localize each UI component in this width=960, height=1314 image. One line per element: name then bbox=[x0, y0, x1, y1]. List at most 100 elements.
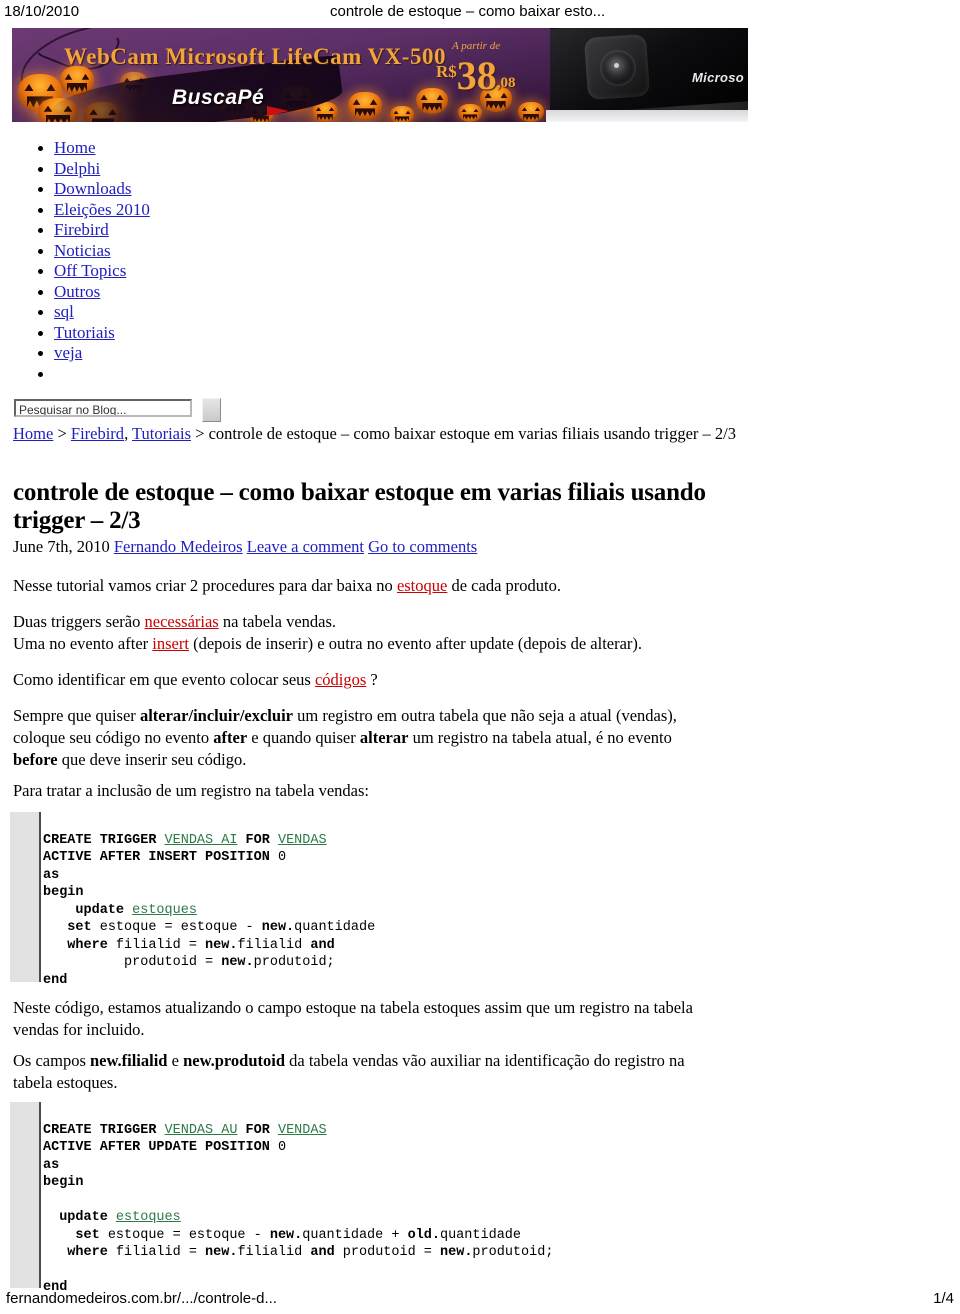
sidebar-link[interactable]: Eleições 2010 bbox=[54, 200, 150, 219]
sidebar-link[interactable]: Firebird bbox=[54, 220, 109, 239]
sidebar-link[interactable]: Downloads bbox=[54, 179, 131, 198]
go-to-comments-link[interactable]: Go to comments bbox=[368, 537, 477, 556]
pumpkin-icon bbox=[390, 106, 414, 122]
sidebar-link[interactable]: Delphi bbox=[54, 159, 100, 178]
search-input[interactable]: Pesquisar no Blog... bbox=[14, 399, 192, 417]
sidebar-link[interactable]: Home bbox=[54, 138, 96, 157]
sidebar-item-sql[interactable]: sql bbox=[36, 302, 150, 323]
breadcrumb-link-home[interactable]: Home bbox=[13, 424, 53, 443]
print-preview-page: 18/10/2010 controle de estoque – como ba… bbox=[0, 0, 960, 1314]
page-title: controle de estoque – como baixar estoqu… bbox=[13, 478, 706, 534]
banner-base-shelf bbox=[546, 110, 748, 122]
banner-price-integer: 38 bbox=[456, 53, 497, 98]
code-block-update-trigger: CREATE TRIGGER VENDAS_AU FOR VENDAS ACTI… bbox=[10, 1102, 650, 1295]
pumpkin-icon bbox=[458, 104, 482, 122]
sidebar-link[interactable]: Noticias bbox=[54, 241, 111, 260]
paragraph-7: Neste código, estamos atualizando o camp… bbox=[13, 998, 693, 1039]
banner-price-cents: ,08 bbox=[496, 75, 516, 91]
p5-bold-4: before bbox=[13, 749, 58, 769]
code-gutter bbox=[10, 812, 41, 982]
p2-text-b: na tabela vendas. bbox=[218, 612, 337, 631]
breadcrumb-link-tutoriais[interactable]: Tutoriais bbox=[132, 424, 191, 443]
paragraph-1: Nesse tutorial vamos criar 2 procedures … bbox=[13, 575, 703, 597]
paragraph-5: Sempre que quiser alterar/incluir/exclui… bbox=[13, 705, 693, 770]
sidebar-item-downloads[interactable]: Downloads bbox=[36, 179, 150, 200]
sidebar-item-veja[interactable]: veja bbox=[36, 343, 150, 364]
sidebar-link[interactable]: veja bbox=[54, 343, 82, 362]
advertisement-banner[interactable]: WebCam Microsoft LifeCam VX-500 A partir… bbox=[12, 28, 748, 122]
sidebar-item-home[interactable]: Home bbox=[36, 138, 150, 159]
inline-link-estoque[interactable]: estoque bbox=[397, 576, 447, 595]
paragraph-8: Os campos new.filialid e new.produtoid d… bbox=[13, 1050, 703, 1094]
breadcrumb: Home > Firebird, Tutoriais > controle de… bbox=[13, 424, 736, 444]
paragraph-3: Uma no evento after insert (depois de in… bbox=[13, 633, 703, 655]
p5-bold-2: after bbox=[213, 727, 248, 747]
p8-text-a: Os campos bbox=[13, 1051, 90, 1070]
footer-url: fernandomedeiros.com.br/.../controle-d..… bbox=[6, 1290, 277, 1307]
p1-text-a: Nesse tutorial vamos criar 2 procedures … bbox=[13, 576, 397, 595]
print-header: 18/10/2010 controle de estoque – como ba… bbox=[0, 0, 960, 26]
sidebar-item-outros[interactable]: Outros bbox=[36, 282, 150, 303]
p1-text-b: de cada produto. bbox=[447, 576, 561, 595]
pumpkin-icon bbox=[348, 92, 382, 120]
inline-link-necessarias[interactable]: necessárias bbox=[145, 612, 219, 631]
p4-text-b: ? bbox=[366, 670, 378, 689]
banner-product-photo: Microso bbox=[550, 28, 748, 122]
p5-bold-1: alterar/incluir/excluir bbox=[139, 706, 293, 725]
inline-link-insert[interactable]: insert bbox=[152, 634, 189, 653]
banner-price-currency: R$ bbox=[436, 62, 457, 81]
banner-price-prefix: A partir de bbox=[452, 40, 501, 52]
leave-comment-link[interactable]: Leave a comment bbox=[247, 537, 364, 556]
footer-page-number: 1/4 bbox=[933, 1290, 954, 1307]
sidebar-item-off-topics[interactable]: Off Topics bbox=[36, 261, 150, 282]
p5-bold-3: alterar bbox=[359, 727, 409, 747]
search-submit-button[interactable] bbox=[202, 398, 221, 422]
post-date: June 7th, 2010 bbox=[13, 537, 110, 556]
p5-text-c: e quando quiser bbox=[247, 727, 360, 747]
paragraph-2: Duas triggers serão necessárias na tabel… bbox=[13, 611, 703, 633]
breadcrumb-current: controle de estoque – como baixar estoqu… bbox=[208, 424, 736, 443]
sidebar-item-eleicoes-2010[interactable]: Eleições 2010 bbox=[36, 200, 150, 221]
sidebar-item-delphi[interactable]: Delphi bbox=[36, 159, 150, 180]
sidebar-item-empty bbox=[36, 364, 150, 385]
paragraph-6: Para tratar a inclusão de um registro na… bbox=[13, 781, 369, 800]
breadcrumb-comma: , bbox=[124, 424, 133, 443]
code-gutter bbox=[10, 1102, 41, 1288]
banner-product-title: WebCam Microsoft LifeCam VX-500 bbox=[64, 44, 446, 69]
category-nav-list: Home Delphi Downloads Eleições 2010 Fire… bbox=[36, 138, 150, 384]
post-meta: June 7th, 2010 Fernando Medeiros Leave a… bbox=[13, 537, 477, 557]
buscape-arrow-icon bbox=[267, 106, 289, 116]
inline-link-codigos[interactable]: códigos bbox=[315, 670, 366, 689]
code-block-insert-trigger: CREATE TRIGGER VENDAS_AI FOR VENDAS ACTI… bbox=[10, 812, 600, 988]
sidebar-link[interactable]: sql bbox=[54, 302, 74, 321]
p5-text-d: um registro na tabela atual, é no evento bbox=[408, 727, 672, 747]
sidebar-link[interactable]: Off Topics bbox=[54, 261, 126, 280]
webcam-lens-icon bbox=[600, 50, 636, 86]
pumpkin-icon bbox=[518, 102, 544, 122]
buscape-logo: BuscaPé bbox=[172, 86, 265, 109]
sidebar-link[interactable]: Outros bbox=[54, 282, 100, 301]
breadcrumb-link-firebird[interactable]: Firebird bbox=[71, 424, 124, 443]
sidebar-link[interactable]: Tutoriais bbox=[54, 323, 115, 342]
p3-text-b: (depois de inserir) e outra no evento af… bbox=[188, 634, 643, 653]
p8-bold-2: new.produtoid bbox=[183, 1051, 286, 1070]
sidebar-item-tutoriais[interactable]: Tutoriais bbox=[36, 323, 150, 344]
p4-text-a: Como identificar em que evento colocar s… bbox=[13, 670, 315, 689]
post-author-link[interactable]: Fernando Medeiros bbox=[114, 537, 243, 556]
banner-price: R$38,08 bbox=[436, 52, 516, 99]
print-date: 18/10/2010 bbox=[4, 3, 80, 20]
webcam-brand-label: Microso bbox=[692, 70, 744, 85]
breadcrumb-separator-2: > bbox=[191, 424, 209, 443]
banner-background: WebCam Microsoft LifeCam VX-500 A partir… bbox=[12, 28, 562, 122]
code-content: CREATE TRIGGER VENDAS_AU FOR VENDAS ACTI… bbox=[43, 1122, 554, 1296]
sidebar-item-noticias[interactable]: Noticias bbox=[36, 241, 150, 262]
breadcrumb-separator: > bbox=[53, 424, 71, 443]
p5-text-a: Sempre que quiser bbox=[13, 706, 140, 725]
paragraph-4: Como identificar em que evento colocar s… bbox=[13, 669, 703, 691]
sidebar-item-firebird[interactable]: Firebird bbox=[36, 220, 150, 241]
print-page-title: controle de estoque – como baixar esto..… bbox=[330, 3, 606, 20]
code-content: CREATE TRIGGER VENDAS_AI FOR VENDAS ACTI… bbox=[43, 832, 376, 988]
p8-bold-1: new.filialid bbox=[90, 1051, 168, 1070]
p2-text-a: Duas triggers serão bbox=[13, 612, 145, 631]
p5-text-e: que deve inserir seu código. bbox=[57, 749, 247, 769]
